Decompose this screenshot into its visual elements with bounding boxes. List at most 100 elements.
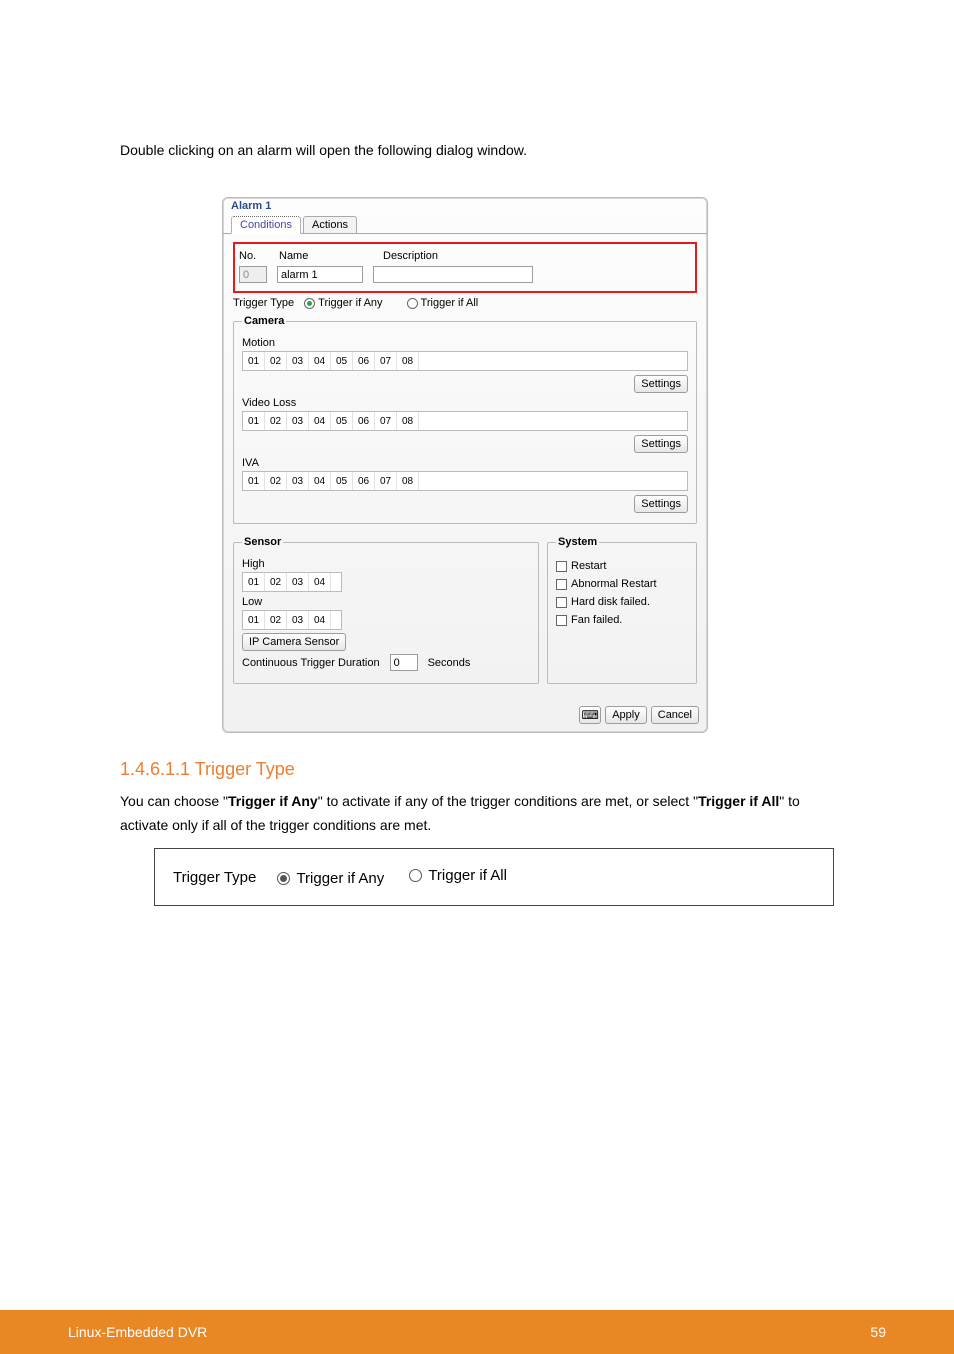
cell[interactable]: 04 xyxy=(309,472,331,490)
checkbox-icon xyxy=(556,579,567,590)
videoloss-cells[interactable]: 01 02 03 04 05 06 07 08 xyxy=(242,411,688,431)
cell[interactable]: 01 xyxy=(243,611,265,629)
system-restart[interactable]: Restart xyxy=(556,560,688,572)
cell[interactable]: 01 xyxy=(243,472,265,490)
keyboard-icon[interactable]: ⌨ xyxy=(579,706,601,724)
ctd-input[interactable] xyxy=(390,654,418,671)
trigger-type-row: Trigger Type Trigger if Any Trigger if A… xyxy=(233,297,697,309)
trigger-type-inset: Trigger Type Trigger if Any Trigger if A… xyxy=(154,848,834,906)
cell[interactable]: 04 xyxy=(309,352,331,370)
cell[interactable]: 02 xyxy=(265,472,287,490)
sensor-low-label: Low xyxy=(242,596,530,608)
tabs: Conditions Actions xyxy=(223,216,707,234)
radio-icon xyxy=(409,869,422,882)
sensor-group: Sensor High 01 02 03 04 Low 01 02 03 04 xyxy=(233,536,539,684)
inset-all-label: Trigger if All xyxy=(428,867,507,884)
cell[interactable]: 03 xyxy=(287,573,309,591)
camera-group: Camera Motion 01 02 03 04 05 06 07 08 Se… xyxy=(233,315,697,524)
dialog-title: Alarm 1 xyxy=(223,198,707,212)
trigger-type-label: Trigger Type xyxy=(233,297,294,309)
sensor-high-label: High xyxy=(242,558,530,570)
inset-any-label: Trigger if Any xyxy=(296,870,384,887)
name-label: Name xyxy=(279,250,339,262)
checkbox-icon xyxy=(556,561,567,572)
cell[interactable]: 08 xyxy=(397,352,419,370)
system-hdd-failed[interactable]: Hard disk failed. xyxy=(556,596,688,608)
system-legend: System xyxy=(556,536,599,548)
radio-icon xyxy=(277,872,290,885)
body-paragraph: You can choose "Trigger if Any" to activ… xyxy=(120,790,834,838)
ip-camera-sensor-button[interactable]: IP Camera Sensor xyxy=(242,633,346,651)
cell[interactable]: 06 xyxy=(353,472,375,490)
red-highlight-box: No. Name Description xyxy=(233,242,697,293)
cell[interactable]: 01 xyxy=(243,412,265,430)
cell[interactable]: 07 xyxy=(375,412,397,430)
cell[interactable]: 02 xyxy=(265,573,287,591)
radio-icon xyxy=(304,298,315,309)
no-input[interactable] xyxy=(239,266,267,283)
cell[interactable]: 05 xyxy=(331,352,353,370)
intro-text: Double clicking on an alarm will open th… xyxy=(120,140,894,161)
system-item-label: Restart xyxy=(571,560,606,572)
system-fan-failed[interactable]: Fan failed. xyxy=(556,614,688,626)
description-input[interactable] xyxy=(373,266,533,283)
cell[interactable]: 01 xyxy=(243,352,265,370)
cell[interactable]: 03 xyxy=(287,611,309,629)
cell[interactable]: 04 xyxy=(309,573,331,591)
description-label: Description xyxy=(383,250,438,262)
cell[interactable]: 08 xyxy=(397,412,419,430)
cell[interactable]: 03 xyxy=(287,472,309,490)
apply-button[interactable]: Apply xyxy=(605,706,647,724)
system-group: System Restart Abnormal Restart Hard dis… xyxy=(547,536,697,684)
tab-conditions[interactable]: Conditions xyxy=(231,216,301,234)
motion-settings-button[interactable]: Settings xyxy=(634,375,688,393)
cell[interactable]: 06 xyxy=(353,352,375,370)
sensor-high-cells[interactable]: 01 02 03 04 xyxy=(242,572,342,592)
tab-actions[interactable]: Actions xyxy=(303,216,357,233)
inset-trigger-any[interactable]: Trigger if Any xyxy=(277,870,384,887)
videoloss-settings-button[interactable]: Settings xyxy=(634,435,688,453)
footer-title: Linux-Embedded DVR xyxy=(68,1324,207,1340)
ctd-unit: Seconds xyxy=(428,657,471,669)
cell[interactable]: 07 xyxy=(375,472,397,490)
cell[interactable]: 07 xyxy=(375,352,397,370)
cell[interactable]: 03 xyxy=(287,412,309,430)
cell[interactable]: 03 xyxy=(287,352,309,370)
ctd-label: Continuous Trigger Duration xyxy=(242,657,380,669)
trigger-all-label: Trigger if All xyxy=(421,297,479,309)
cell[interactable]: 05 xyxy=(331,472,353,490)
radio-icon xyxy=(407,298,418,309)
footer-page-number: 59 xyxy=(870,1324,886,1340)
system-abnormal-restart[interactable]: Abnormal Restart xyxy=(556,578,688,590)
cell[interactable]: 04 xyxy=(309,412,331,430)
name-input[interactable] xyxy=(277,266,363,283)
cell[interactable]: 02 xyxy=(265,352,287,370)
trigger-all-radio[interactable]: Trigger if All xyxy=(407,297,479,309)
sensor-legend: Sensor xyxy=(242,536,283,548)
no-label: No. xyxy=(239,250,269,262)
page-footer: Linux-Embedded DVR 59 xyxy=(0,1310,954,1354)
iva-cells[interactable]: 01 02 03 04 05 06 07 08 xyxy=(242,471,688,491)
cell[interactable]: 06 xyxy=(353,412,375,430)
sensor-low-cells[interactable]: 01 02 03 04 xyxy=(242,610,342,630)
cell[interactable]: 02 xyxy=(265,412,287,430)
iva-settings-button[interactable]: Settings xyxy=(634,495,688,513)
camera-legend: Camera xyxy=(242,315,286,327)
iva-label: IVA xyxy=(242,457,688,469)
cancel-button[interactable]: Cancel xyxy=(651,706,699,724)
cell[interactable]: 05 xyxy=(331,412,353,430)
checkbox-icon xyxy=(556,597,567,608)
motion-cells[interactable]: 01 02 03 04 05 06 07 08 xyxy=(242,351,688,371)
cell[interactable]: 04 xyxy=(309,611,331,629)
inset-trigger-all[interactable]: Trigger if All xyxy=(409,867,507,884)
inset-trigger-label: Trigger Type xyxy=(173,869,256,886)
motion-label: Motion xyxy=(242,337,688,349)
cell[interactable]: 01 xyxy=(243,573,265,591)
alarm-dialog: Alarm 1 Conditions Actions No. Name Desc… xyxy=(222,197,708,733)
system-item-label: Hard disk failed. xyxy=(571,596,650,608)
checkbox-icon xyxy=(556,615,567,626)
trigger-any-radio[interactable]: Trigger if Any xyxy=(304,297,382,309)
cell[interactable]: 08 xyxy=(397,472,419,490)
trigger-any-label: Trigger if Any xyxy=(318,297,382,309)
cell[interactable]: 02 xyxy=(265,611,287,629)
